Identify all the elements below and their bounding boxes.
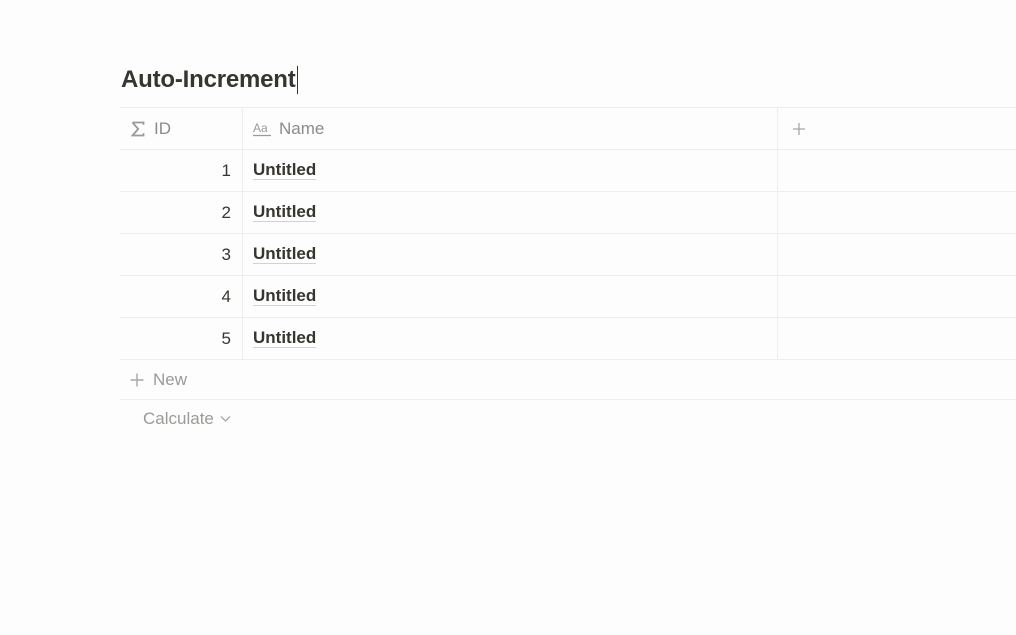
add-property-button[interactable] [778,108,1016,149]
cell-name[interactable]: Untitled [243,150,778,191]
table-row[interactable]: 2 Untitled [120,192,1016,234]
table-row[interactable]: 5 Untitled [120,318,1016,360]
new-row-label: New [153,369,188,389]
cell-id: 4 [120,276,243,317]
cell-name-text[interactable]: Untitled [253,203,317,222]
table-header-row: ID Aa Name [120,107,1016,150]
calculate-button[interactable]: Calculate [120,400,1016,438]
cell-name-text[interactable]: Untitled [253,161,317,180]
plus-icon [128,372,146,388]
cell-id: 5 [120,318,243,359]
cell-name-text[interactable]: Untitled [253,287,317,306]
text-caret [296,66,299,94]
cell-name[interactable]: Untitled [243,276,778,317]
cell-empty [778,318,1016,359]
chevron-down-icon [220,415,231,423]
text-aa-icon: Aa [253,121,271,137]
column-header-name[interactable]: Aa Name [243,108,778,149]
cell-empty [778,276,1016,317]
sigma-icon [130,121,146,137]
cell-id: 1 [120,150,243,191]
cell-name-text[interactable]: Untitled [253,329,317,348]
database-page: Auto-Increment ID Aa Name 1 Untitled 2 U… [0,0,1016,635]
table-row[interactable]: 1 Untitled [120,150,1016,192]
cell-name[interactable]: Untitled [243,192,778,233]
column-header-id-label: ID [154,118,171,138]
svg-text:Aa: Aa [253,121,268,135]
cell-name-text[interactable]: Untitled [253,245,317,264]
cell-name[interactable]: Untitled [243,234,778,275]
cell-id: 3 [120,234,243,275]
plus-icon [792,122,806,136]
table-row[interactable]: 4 Untitled [120,276,1016,318]
cell-id: 2 [120,192,243,233]
new-row-button[interactable]: New [120,360,1016,400]
database-table: ID Aa Name 1 Untitled 2 Untitled 3 Untit… [120,107,1016,438]
cell-empty [778,234,1016,275]
column-header-name-label: Name [279,118,325,138]
column-header-id[interactable]: ID [120,108,243,149]
page-title-text[interactable]: Auto-Increment [121,66,296,94]
page-title[interactable]: Auto-Increment [121,62,299,98]
cell-empty [778,150,1016,191]
table-row[interactable]: 3 Untitled [120,234,1016,276]
cell-name[interactable]: Untitled [243,318,778,359]
cell-empty [778,192,1016,233]
calculate-label: Calculate [143,409,214,428]
